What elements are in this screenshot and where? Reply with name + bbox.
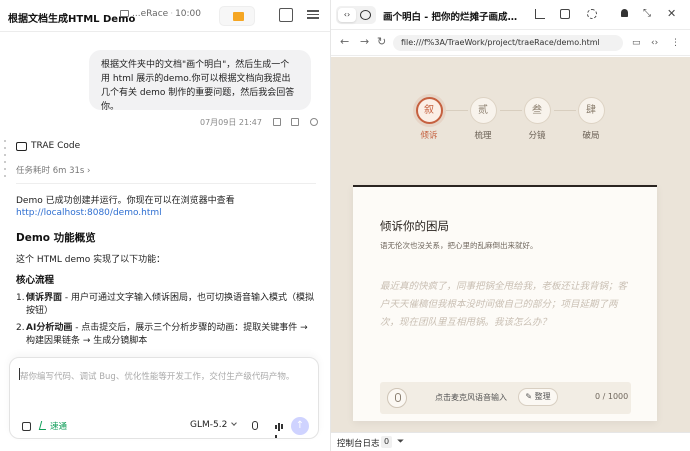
delete-icon[interactable] [291,118,300,126]
undo-icon[interactable] [309,118,318,126]
step-4[interactable]: 肆 破局 [571,97,611,141]
chat-input-placeholder[interactable]: 帮你编写代码、调试 Bug、优化性能等开发工作，交付生产级代码产物。 [20,370,294,382]
browser-toolbar: ← → ↻ file:///f%3A/TraeWork/project/trae… [331,30,690,56]
chat-time: 10:00 [175,9,201,19]
folder-icon [233,12,244,21]
response-text: Demo 已成功创建并运行。你现在可以在浏览器中查看 [16,196,235,206]
back-icon[interactable]: ← [340,36,349,48]
preview-title: 画个明白 - 把你的烂摊子画成漫... [383,12,521,23]
select-element-icon[interactable] [587,9,597,19]
voice-wave-icon[interactable] [275,422,285,438]
send-button[interactable]: ↑ [291,417,309,435]
organize-button[interactable]: ✎ 整理 [518,388,558,406]
chevron-down-icon [231,420,238,426]
list-item: 2. AI分析动画 - 点击提交后，展示三个分析步骤的动画：提取关键事件 → 构建… [16,323,308,346]
console-label: 控制台日志 [337,439,380,449]
chat-header: 根据文档生成HTML Demo ...eRace · 10:00 [0,0,330,32]
bolt-icon [38,421,49,430]
preview-eye-icon[interactable] [360,10,371,20]
demo-link[interactable]: http://localhost:8080/demo.html [16,208,162,218]
vent-textarea[interactable]: 最近真的快疯了，同事把锅全甩给我，老板还让我背锅；客户天天催稿但我根本没时间做自… [380,278,630,332]
card-title: 倾诉你的困局 [380,219,449,233]
vent-card: 倾诉你的困局 语无伦次也没关系，把心里的乱麻倒出来就好。 最近真的快疯了，同事把… [353,185,657,421]
edit-icon[interactable] [272,118,281,126]
drag-handle[interactable] [3,140,7,182]
project-folder[interactable]: ...eRace · 10:00 [120,9,201,19]
console-bar[interactable]: 控制台日志 0 ⏷ [331,432,690,451]
card-subtitle: 语无伦次也没关系，把心里的乱麻倒出来就好。 [380,241,538,250]
filter-icon[interactable]: ⏷ [397,437,404,447]
more-icon[interactable]: ⋮ [671,38,681,48]
input-action-bar: 点击麦克风语音输入 ✎ 整理 0 / 1000 [380,382,631,414]
response-subheading: 核心流程 [16,275,55,286]
task-duration[interactable]: 任务耗时 6m 31s › [16,164,90,176]
chat-panel: 根据文档生成HTML Demo ...eRace · 10:00 根据文件夹中的文档… [0,0,330,451]
step-3[interactable]: 叁 分镜 [517,97,557,141]
notification-icon[interactable] [620,9,630,19]
divider [16,183,316,184]
grid-icon[interactable] [560,9,570,19]
list-item: 1. 倾诉界面 - 用户可通过文字输入倾诉困局，也可切换语音输入模式（模拟按钮） [16,293,314,316]
refresh-icon[interactable]: ↻ [377,36,386,48]
message-time: 07月09日 21:47 [200,118,262,127]
folder-name: ...eRace [132,9,169,19]
feature-list: 1. 倾诉界面 - 用户可通过文字输入倾诉困局，也可切换语音输入模式（模拟按钮） … [16,292,316,352]
mic-hint: 点击麦克风语音输入 [435,393,507,402]
user-message: 根据文件夹中的文档"画个明白"，然后生成一个 用 html 展示的demo.你可… [89,50,311,112]
quick-mode-toggle[interactable]: 速通 [38,420,67,432]
char-counter: 0 / 1000 [595,392,629,401]
chat-title: 根据文档生成HTML Demo [8,14,136,25]
step-2[interactable]: 贰 梳理 [463,97,503,141]
step-1[interactable]: 叙 倾诉 [409,97,449,141]
settings-icon[interactable] [306,8,320,22]
tools-icon[interactable] [22,422,31,431]
trae-logo-icon [16,142,27,151]
view-toggle[interactable]: ‹› [336,6,376,24]
chat-input-box[interactable]: 帮你编写代码、调试 Bug、优化性能等开发工作，交付生产级代码产物。 速通 GL… [9,357,319,439]
agent-name: TRAE Code [31,141,81,151]
share-icon[interactable] [535,9,545,19]
message-meta: 07月09日 21:47 [200,117,318,128]
folder-icon [120,10,129,17]
code-view-icon[interactable]: ‹› [338,8,356,22]
microphone-button[interactable] [387,388,407,408]
preview-header: ‹› 画个明白 - 把你的烂摊子画成漫... ⤡ ✕ [331,0,690,30]
url-bar[interactable]: file:///f%3A/TraeWork/project/traeRace/d… [393,35,623,51]
collapse-icon[interactable]: ⤡ [643,9,653,19]
close-icon[interactable]: ✕ [667,8,677,19]
preview-panel: ‹› 画个明白 - 把你的烂摊子画成漫... ⤡ ✕ ← → ↻ file://… [331,0,690,451]
console-count: 0 [381,436,392,448]
microphone-icon[interactable] [252,421,258,430]
response-intro: 这个 HTML demo 实现了以下功能： [16,255,166,265]
open-folder-button[interactable] [219,6,255,26]
response-heading: Demo 功能概览 [16,232,96,244]
forward-icon[interactable]: → [360,36,369,48]
model-selector[interactable]: GLM-5.2 [190,420,238,430]
devtools-icon[interactable]: ‹› [651,38,661,48]
terminal-icon[interactable] [279,8,293,22]
step-progress: 叙 倾诉 贰 梳理 叁 分镜 肆 破局 [409,97,609,147]
open-external-icon[interactable]: ▭ [632,38,642,48]
page-viewport: 叙 倾诉 贰 梳理 叁 分镜 肆 破局 倾诉你的困局 语无伦次也没关系，把心里的… [331,57,690,432]
